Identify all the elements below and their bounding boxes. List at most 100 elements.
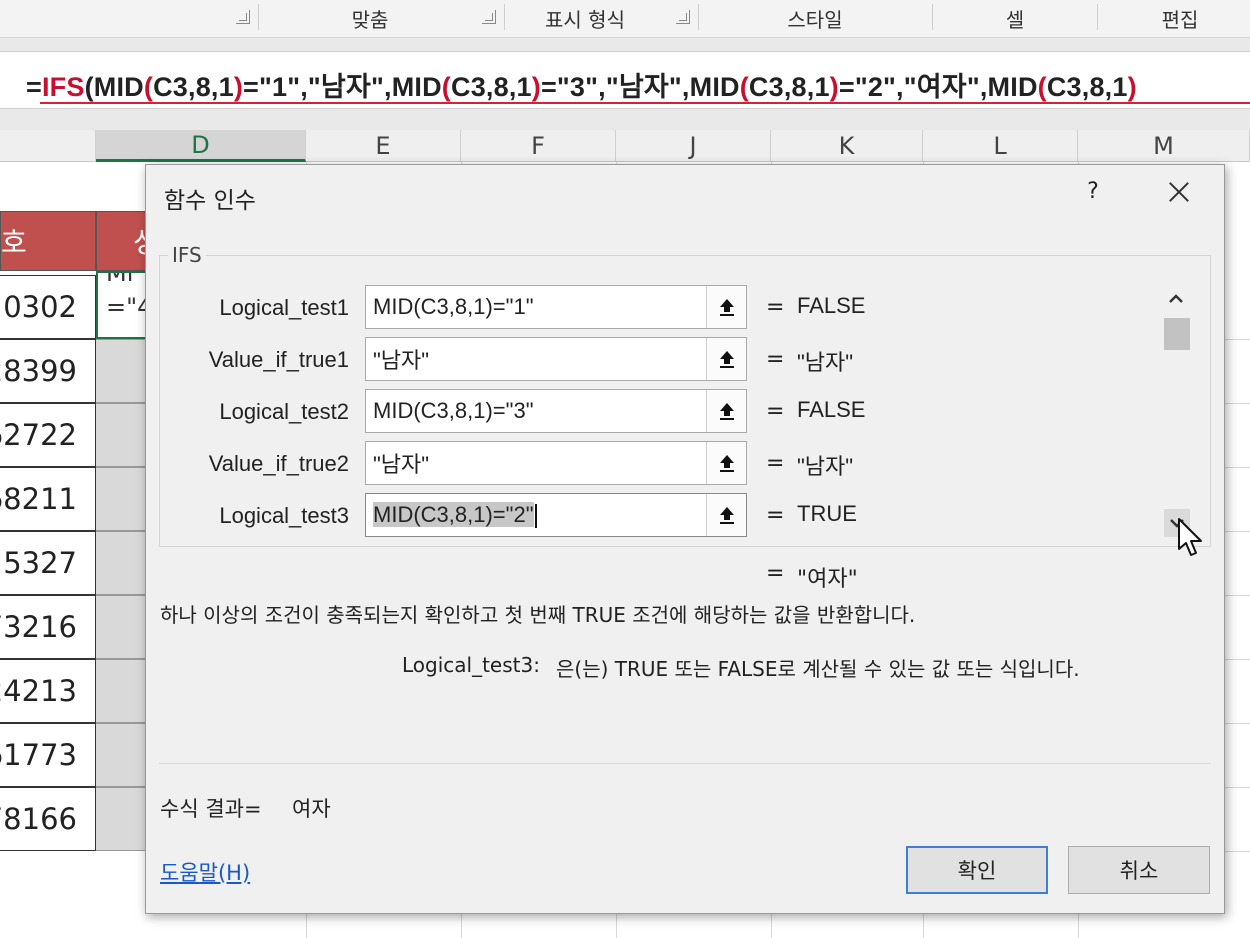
collapse-dialog-button[interactable] — [706, 442, 746, 484]
ribbon-group-styles: 스타일 — [787, 7, 843, 32]
table-row-gender-cell[interactable] — [96, 787, 148, 851]
help-link[interactable]: 도움말(H) — [160, 857, 250, 887]
argument-scrollbar[interactable] — [1161, 285, 1191, 541]
table-row-gender-cell[interactable] — [96, 595, 148, 659]
mouse-pointer-icon — [1178, 518, 1202, 556]
formula-result-value: 여자 — [292, 797, 331, 821]
table-row-id-cell[interactable]: 5327 — [0, 531, 96, 595]
collapse-arrow-icon — [719, 351, 734, 368]
table-row-id-cell[interactable]: 61773 — [0, 723, 96, 787]
formula-error-underline — [40, 102, 1250, 104]
text-caret — [534, 504, 537, 529]
close-icon[interactable] — [1164, 177, 1194, 207]
column-header-e[interactable]: E — [306, 130, 461, 162]
argument-result: TRUE — [797, 501, 857, 526]
column-header-f[interactable]: F — [461, 130, 616, 162]
ribbon-separator — [932, 4, 933, 30]
table-header-cell-gender[interactable]: 성 — [96, 211, 159, 271]
argument-description-text: 은(는) TRUE 또는 FALSE로 계산될 수 있는 값 또는 식입니다. — [556, 657, 1080, 681]
argument-input[interactable]: MID(C3,8,1)="3" — [365, 389, 747, 433]
collapse-dialog-button[interactable] — [706, 390, 746, 432]
argument-input[interactable]: "남자" — [365, 337, 747, 381]
collapse-dialog-button[interactable] — [706, 286, 746, 328]
argument-value-text: MID(C3,8,1)="1" — [373, 294, 534, 319]
chevron-up-icon — [1169, 294, 1183, 303]
final-result-equals: = — [766, 561, 785, 586]
table-row-gender-cell[interactable] — [96, 723, 148, 787]
ribbon-separator — [1097, 4, 1098, 30]
number-format-launcher-icon[interactable] — [482, 10, 496, 24]
formula-segment: ( — [1037, 72, 1047, 102]
ribbon-separator — [504, 4, 505, 30]
argument-equals: = — [766, 295, 785, 320]
table-row-id-cell[interactable]: 68211 — [0, 467, 96, 531]
dialog-divider — [159, 763, 1211, 764]
function-name-label: IFS — [168, 243, 206, 267]
collapse-dialog-button[interactable] — [706, 338, 746, 380]
argument-result: FALSE — [797, 293, 866, 318]
formula-bar[interactable]: =IFS(MID(C3,8,1)="1","남자",MID(C3,8,1)="3… — [0, 53, 1250, 109]
argument-value[interactable]: "남자" — [366, 343, 706, 375]
column-header-j[interactable]: J — [616, 130, 771, 162]
collapse-arrow-icon — [719, 403, 734, 420]
argument-value[interactable]: MID(C3,8,1)="3" — [366, 398, 706, 424]
column-header-m[interactable]: M — [1078, 130, 1250, 162]
collapse-arrow-icon — [719, 507, 734, 524]
column-header-k[interactable]: K — [771, 130, 923, 162]
column-header-d[interactable]: D — [96, 130, 306, 162]
argument-equals: = — [766, 451, 785, 476]
active-cell[interactable]: Mi ="4 — [96, 271, 148, 339]
table-row-id-cell[interactable]: 28399 — [0, 339, 96, 403]
formula-segment: C3,8,1 — [153, 72, 234, 102]
ok-button[interactable]: 확인 — [906, 846, 1048, 894]
formula-text[interactable]: =IFS(MID(C3,8,1)="1","남자",MID(C3,8,1)="3… — [26, 65, 1137, 104]
collapse-arrow-icon — [719, 455, 734, 472]
formula-segment: ( — [441, 72, 451, 102]
argument-description-name: Logical_test3: — [402, 653, 540, 677]
table-row-gender-cell[interactable] — [96, 403, 148, 467]
style-launcher-icon[interactable] — [676, 10, 690, 24]
ribbon-group-number-format: 표시 형식 — [545, 7, 625, 32]
table-row-id-cell[interactable]: 24213 — [0, 659, 96, 723]
table-header-cell-id[interactable]: 호 — [0, 211, 96, 271]
formula-segment: ) — [531, 72, 541, 102]
formula-segment: ( — [143, 72, 154, 102]
formula-segment: ="2","여자",MID — [838, 72, 1038, 102]
argument-input[interactable]: MID(C3,8,1)="2" — [365, 493, 747, 537]
cancel-button[interactable]: 취소 — [1068, 846, 1210, 894]
help-icon[interactable]: ? — [1081, 179, 1105, 207]
argument-input[interactable]: "남자" — [365, 441, 747, 485]
table-row-gender-cell[interactable] — [96, 659, 148, 723]
scroll-up-button[interactable] — [1161, 285, 1191, 313]
argument-result: FALSE — [797, 397, 866, 422]
argument-value[interactable]: "남자" — [366, 447, 706, 479]
table-row-gender-cell[interactable] — [96, 467, 148, 531]
argument-label: Logical_test2 — [219, 399, 349, 424]
scroll-thumb[interactable] — [1164, 318, 1190, 350]
formula-segment: = — [26, 72, 42, 102]
formula-segment: (MID — [84, 72, 144, 102]
ribbon-separator — [698, 4, 699, 30]
table-row-gender-cell[interactable] — [96, 531, 148, 595]
table-row-gender-cell[interactable] — [96, 339, 148, 403]
table-header-text: 호 — [1, 226, 27, 259]
argument-input[interactable]: MID(C3,8,1)="1" — [365, 285, 747, 329]
formula-segment: C3,8,1 — [451, 72, 532, 102]
table-row-id-cell[interactable]: 62722 — [0, 403, 96, 467]
argument-value-text: "남자" — [373, 348, 430, 373]
alignment-launcher-icon[interactable] — [236, 10, 250, 24]
table-row-id-cell[interactable]: 73216 — [0, 595, 96, 659]
formula-segment: C3,8,1 — [1046, 72, 1128, 102]
table-row-id-cell[interactable]: 0302 — [0, 275, 96, 339]
ribbon-group-alignment: 맞춤 — [351, 7, 389, 32]
formula-segment: C3,8,1 — [748, 72, 830, 102]
argument-value[interactable]: MID(C3,8,1)="2" — [366, 501, 706, 529]
column-header-l[interactable]: L — [923, 130, 1078, 162]
collapse-dialog-button[interactable] — [706, 494, 746, 536]
argument-equals: = — [766, 399, 785, 424]
argument-value-text: MID(C3,8,1)="3" — [373, 398, 534, 423]
argument-value[interactable]: MID(C3,8,1)="1" — [366, 294, 706, 320]
table-row-id-cell[interactable]: 78166 — [0, 787, 96, 851]
argument-equals: = — [766, 347, 785, 372]
formula-result-label: 수식 결과= — [160, 797, 262, 821]
